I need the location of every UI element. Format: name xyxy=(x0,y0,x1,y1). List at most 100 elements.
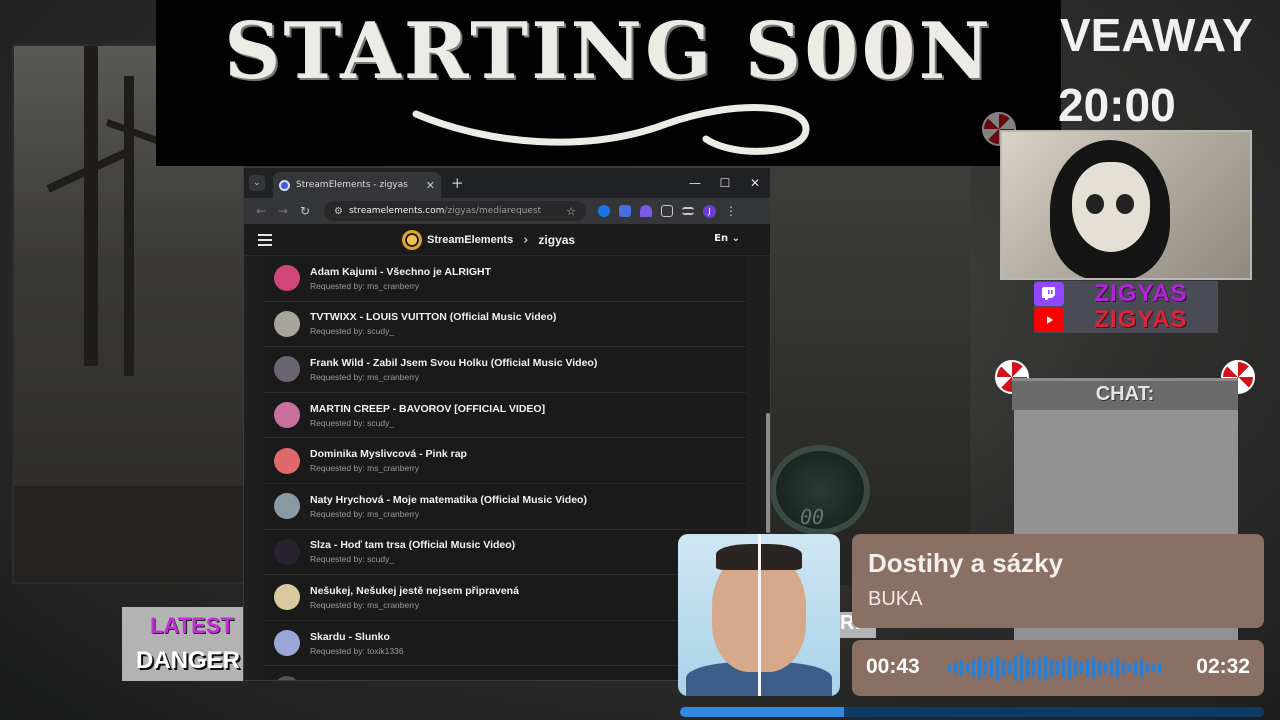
ammo-readout: 00 xyxy=(800,505,825,529)
tab-title: StreamElements - zigyas xyxy=(296,180,408,190)
ground xyxy=(14,486,249,582)
language-value: En xyxy=(714,233,729,244)
window-controls: — ☐ ✕ xyxy=(680,168,770,198)
request-text: Naty Hrychová - Moje matematika (Officia… xyxy=(310,494,587,519)
waveform-bar xyxy=(1104,663,1107,673)
tab-close-icon[interactable]: ✕ xyxy=(426,179,435,192)
request-thumbnail xyxy=(274,675,300,680)
profile-avatar[interactable]: J xyxy=(703,204,716,218)
playback-progress-bar xyxy=(680,707,1264,717)
breadcrumb-chevron-icon: › xyxy=(523,232,529,248)
streamelements-header: StreamElements › zigyas En ⌄ xyxy=(244,224,770,256)
current-time: 00:43 xyxy=(866,655,920,678)
tree-trunk xyxy=(84,46,98,366)
stream-overlay: 00 STARTING S00N VEAWAY 20:00 ZIGYAS ZIG… xyxy=(0,0,1280,720)
bookmark-star-icon[interactable]: ☆ xyxy=(566,205,576,218)
maximize-button[interactable]: ☐ xyxy=(710,168,740,198)
request-requester: Requested by: scudy_ xyxy=(310,554,395,565)
media-request-row[interactable]: 03. SadLee - Baba Jaga Ragga - prod. ENE… xyxy=(264,666,746,680)
media-request-row[interactable]: Slza - Hoď tam trsa (Official Music Vide… xyxy=(264,529,746,576)
hamburger-menu-icon[interactable] xyxy=(258,234,272,249)
waveform-bar xyxy=(1098,661,1101,675)
waveform-bar xyxy=(1158,662,1161,674)
request-title: Dominika Myslivcová - Pink rap xyxy=(310,448,467,461)
list-scrollbar[interactable] xyxy=(766,413,770,533)
puzzle-extensions-icon[interactable] xyxy=(661,205,673,217)
request-text: Skardu - Slunko Requested by: toxik1336 xyxy=(310,631,404,656)
request-requester: Requested by: ms_cranberry xyxy=(310,371,420,382)
request-text: Dominika Myslivcová - Pink rap Requested … xyxy=(310,448,467,473)
media-request-row[interactable]: Naty Hrychová - Moje matematika (Officia… xyxy=(264,483,746,530)
extension-icon[interactable] xyxy=(619,205,631,217)
latest-name: DANGER xyxy=(136,647,241,674)
waveform-bar xyxy=(1056,661,1059,675)
media-request-row[interactable]: Frank Wild - Zabil Jsem Svou Holku (Offi… xyxy=(264,347,746,393)
youtube-social: ZIGYAS xyxy=(1034,306,1218,333)
media-request-row[interactable]: Nešukej, Nešukej jestě nejsem připravená… xyxy=(264,575,746,621)
waveform-bar xyxy=(1026,658,1029,678)
request-requester: Requested by: ms_cranberry xyxy=(310,463,420,474)
extension-icon[interactable] xyxy=(598,205,610,217)
address-toolbar: ← → ↻ ⚙ streamelements.com /zigyas/media… xyxy=(244,198,770,224)
minimize-button[interactable]: — xyxy=(680,168,710,198)
brand-name[interactable]: StreamElements xyxy=(427,234,513,246)
media-controls-icon[interactable] xyxy=(682,207,694,215)
twitch-social: ZIGYAS xyxy=(1034,280,1218,307)
browser-menu-icon[interactable]: ⋮ xyxy=(725,204,737,218)
waveform-bar xyxy=(972,659,975,677)
swash-ornament xyxy=(412,104,810,155)
waveform-bar xyxy=(1050,659,1053,677)
reload-button[interactable]: ↻ xyxy=(294,204,316,218)
url-host: streamelements.com xyxy=(348,206,445,216)
twitch-name: ZIGYAS xyxy=(1094,280,1188,307)
site-info-icon[interactable]: ⚙ xyxy=(334,206,343,217)
request-thumbnail xyxy=(274,538,300,565)
request-title: Adam Kajumi - Všechno je ALRIGHT xyxy=(310,265,492,278)
waveform-bar xyxy=(996,655,999,681)
url-bar[interactable]: ⚙ streamelements.com /zigyas/mediareques… xyxy=(324,201,586,221)
tree-trunk xyxy=(124,76,134,376)
request-title: Naty Hrychová - Moje matematika (Officia… xyxy=(310,493,587,506)
request-title: Skardu - Slunko xyxy=(310,630,390,643)
waveform-bar xyxy=(1128,664,1131,672)
extension-icon[interactable] xyxy=(640,205,652,217)
media-request-row[interactable]: Skardu - Slunko Requested by: toxik1336 xyxy=(264,620,746,667)
close-window-button[interactable]: ✕ xyxy=(740,168,770,198)
back-button[interactable]: ← xyxy=(250,204,272,218)
request-thumbnail xyxy=(274,356,300,383)
forward-button[interactable]: → xyxy=(272,204,294,218)
latest-label: LATEST xyxy=(150,613,234,638)
tab-streamelements[interactable]: StreamElements - zigyas ✕ xyxy=(273,172,441,198)
request-thumbnail xyxy=(274,584,300,611)
song-artist: BUKA xyxy=(868,588,923,610)
request-text: Nešukej, Nešukej jestě nejsem připravená… xyxy=(310,585,519,610)
url-path: /zigyas/mediarequest xyxy=(444,206,542,216)
waveform-bar xyxy=(1002,659,1005,677)
language-chevron-icon: ⌄ xyxy=(731,233,740,244)
request-title: MARTIN CREEP - BAVOROV [OFFICIAL VIDEO] xyxy=(310,402,546,415)
channel-name[interactable]: zigyas xyxy=(538,233,575,247)
webcam-feed xyxy=(1000,130,1252,280)
media-request-row[interactable]: MARTIN CREEP - BAVOROV [OFFICIAL VIDEO] R… xyxy=(264,392,746,439)
request-requester: Requested by: scudy_ xyxy=(310,326,395,337)
album-cover xyxy=(678,534,840,696)
waveform-bar xyxy=(984,661,987,675)
waveform-bar xyxy=(1116,658,1119,678)
youtube-icon xyxy=(1034,308,1064,332)
request-thumbnail xyxy=(274,447,300,474)
request-title: Slza - Hoď tam trsa (Official Music Vide… xyxy=(310,539,516,552)
waveform-bar xyxy=(1122,662,1125,674)
language-selector[interactable]: En ⌄ xyxy=(714,233,740,244)
media-request-row[interactable]: Dominika Myslivcová - Pink rap Requested … xyxy=(264,438,746,484)
giveaway-time: 20:00 xyxy=(1058,79,1176,131)
media-request-row[interactable]: TVTWIXX - LOUIS VUITTON (Official Music … xyxy=(264,301,746,348)
mask-eye xyxy=(1116,194,1134,214)
tab-search-chevron-icon[interactable]: ⌄ xyxy=(249,175,265,191)
request-title: Nešukej, Nešukej jestě nejsem připravená xyxy=(310,584,519,597)
new-tab-button[interactable]: + xyxy=(451,174,464,192)
waveform-bar xyxy=(1140,659,1143,677)
latest-follower-panel: LATEST DANGER xyxy=(122,607,244,681)
media-request-row[interactable]: Adam Kajumi - Všechno je ALRIGHT Requeste… xyxy=(264,256,746,302)
song-title: Dostihy a sázky xyxy=(868,548,1064,578)
waveform-bar xyxy=(1068,656,1071,680)
